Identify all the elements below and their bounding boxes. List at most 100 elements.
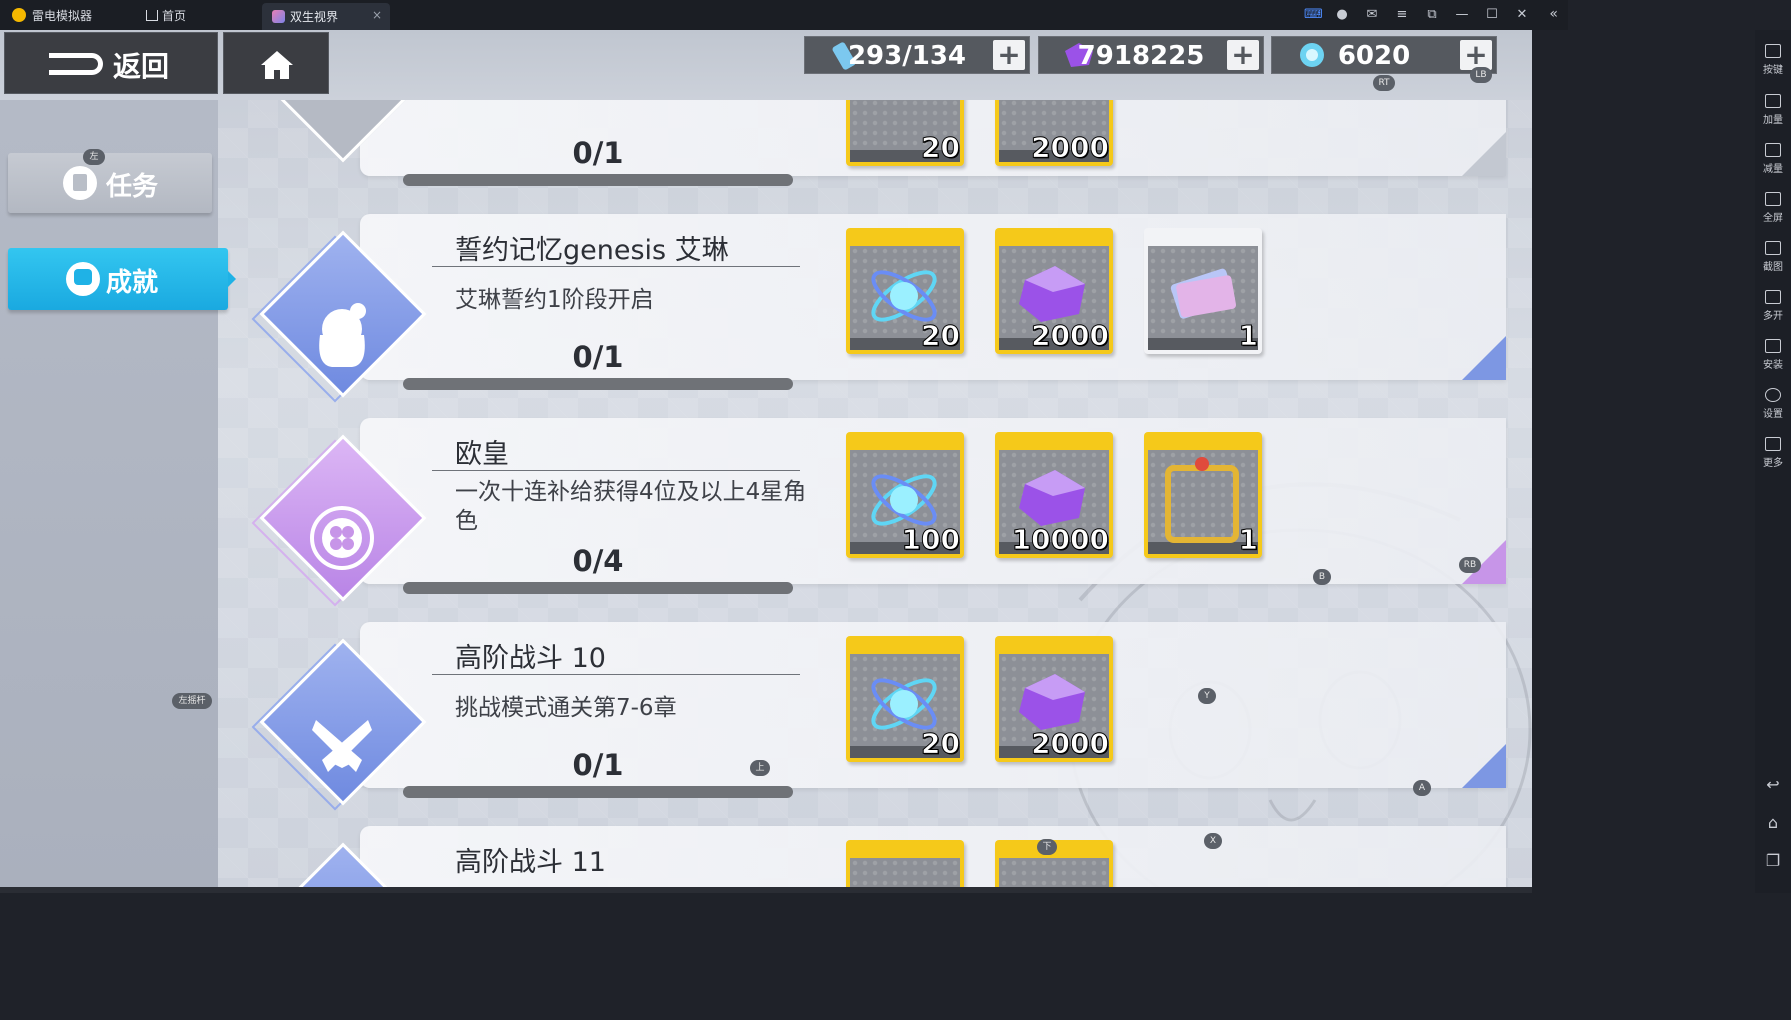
game-bottom-border [0, 887, 1532, 893]
reward-amount: 100 [901, 523, 960, 557]
reward-amount: 20 [921, 131, 961, 165]
reward-gem[interactable]: 20 [846, 636, 964, 762]
title-divider [432, 674, 800, 675]
reward-amount: 2000 [1031, 131, 1110, 165]
achievement-title: 誓约记忆genesis 艾琳 [455, 235, 729, 266]
android-back-icon[interactable]: ↩ [1755, 775, 1791, 794]
emulator-toolbar: 按键 加量 减量 全屏 截图 多开 安装 设置 更多 ↩ ⌂ ❐ [1755, 30, 1791, 893]
menu-icon[interactable]: ≡ [1394, 7, 1410, 23]
reward-gem[interactable]: 20 [846, 100, 964, 166]
sidebar-item-fullscreen[interactable]: 全屏 [1755, 192, 1791, 224]
tab-game-label: 双生视界 [290, 10, 339, 24]
collapse-sidebar-icon[interactable]: « [1549, 6, 1558, 22]
trophy-icon [66, 262, 100, 296]
title-divider [432, 266, 800, 267]
sidebar-label: 按键 [1763, 65, 1783, 76]
achievement-desc: 艾琳誓约1阶段开启 [455, 287, 654, 313]
reward-crystal[interactable]: 10000 [995, 432, 1113, 558]
reward-amount: 1 [1238, 319, 1259, 353]
game-screen: 20 2000 0/1 誓约记忆genesis 艾琳 艾琳誓约1阶段开启 0/1… [0, 30, 1532, 893]
add-stamina-button[interactable]: + [993, 40, 1025, 70]
progress-text: 0/1 [572, 748, 624, 782]
reward-gem[interactable]: 20 [846, 228, 964, 354]
progress-bar [403, 786, 793, 798]
android-home-icon[interactable]: ⌂ [1755, 813, 1791, 832]
crossed-pistols-icon [312, 720, 372, 772]
achievement-title: 高阶战斗 11 [455, 847, 606, 878]
back-button[interactable]: 返回 [4, 32, 218, 94]
hint-left: 左 [83, 149, 105, 165]
sidebar-label: 设置 [1763, 409, 1783, 420]
tab-tasks-label: 任务 [106, 172, 159, 202]
close-tab-icon[interactable]: × [372, 8, 382, 22]
restore-icon[interactable]: ⧉ [1424, 7, 1440, 23]
hint-left-stick: 左摇杆 [172, 693, 212, 709]
ticket-card-icon [1170, 268, 1237, 319]
progress-bar [403, 174, 793, 186]
tab-achievements[interactable]: 成就 [8, 248, 236, 310]
reward-crystal[interactable]: 2000 [995, 636, 1113, 762]
progress-text: 0/4 [572, 544, 624, 578]
hint-b: B [1313, 569, 1331, 585]
fullscreen-icon [1765, 192, 1781, 206]
reward-crystal[interactable]: 2000 [995, 228, 1113, 354]
android-recents-icon[interactable]: ❐ [1755, 851, 1791, 870]
reward-frame[interactable]: 1 [1144, 432, 1262, 558]
sidebar-item-screenshot[interactable]: 截图 [1755, 241, 1791, 273]
add-gem-button[interactable]: + [1460, 40, 1492, 70]
resource-gem: 6020 + [1271, 36, 1497, 74]
tab-tasks[interactable]: 任务 [8, 153, 212, 213]
home-button[interactable] [223, 32, 329, 94]
gamepad-icon[interactable]: ⌨ [1304, 7, 1323, 23]
tab-game[interactable]: 双生视界 × [262, 3, 390, 30]
user-icon[interactable]: ● [1334, 7, 1350, 23]
multi-instance-icon [1765, 290, 1781, 304]
sidebar-label: 安装 [1763, 360, 1783, 371]
resource-stamina: 293/134 + [804, 36, 1030, 74]
sidebar-item-multi[interactable]: 多开 [1755, 290, 1791, 322]
sidebar-item-settings[interactable]: 设置 [1755, 388, 1791, 420]
hint-up: 上 [750, 760, 770, 776]
hint-lb: LB [1470, 67, 1492, 83]
scissors-icon [1765, 241, 1781, 255]
tab-home[interactable]: 首页 [140, 0, 196, 30]
sidebar-item-volume-up[interactable]: 加量 [1755, 94, 1791, 126]
sidebar-label: 加量 [1763, 115, 1783, 126]
achievement-title: 欧皇 [455, 439, 509, 470]
hint-rt: RT [1373, 75, 1395, 91]
add-crystal-button[interactable]: + [1227, 40, 1259, 70]
sidebar-item-keymap[interactable]: 按键 [1755, 44, 1791, 76]
home-icon [146, 10, 158, 21]
window-titlebar: 雷电模拟器 首页 双生视界 × ⌨ ● ✉ ≡ ⧉ — ☐ ✕ « [0, 0, 1568, 30]
title-divider [432, 470, 800, 471]
reward-amount: 2000 [1031, 319, 1110, 353]
sidebar-item-install[interactable]: 安装 [1755, 339, 1791, 371]
sidebar-item-volume-down[interactable]: 减量 [1755, 143, 1791, 175]
achievement-desc: 一次十连补给获得4位及以上4星角色 [455, 479, 807, 534]
hint-a: A [1413, 780, 1431, 796]
sidebar-label: 截图 [1763, 262, 1783, 273]
minimize-icon[interactable]: — [1454, 7, 1470, 23]
reward-amount: 20 [921, 727, 961, 761]
achievement-title: 高阶战斗 10 [455, 643, 606, 674]
reward-amount: 2000 [1031, 727, 1110, 761]
resource-crystal: 7918225 + [1038, 36, 1264, 74]
sidebar-label: 更多 [1763, 458, 1783, 469]
reward-crystal[interactable]: 2000 [995, 100, 1113, 166]
sidebar-item-more[interactable]: 更多 [1755, 437, 1791, 469]
back-label: 返回 [113, 50, 170, 83]
app-name: 雷电模拟器 [32, 9, 93, 23]
achievement-desc: 挑战模式通关第7-6章 [455, 695, 677, 721]
reward-gem[interactable]: 100 [846, 432, 964, 558]
gear-icon [1765, 388, 1781, 402]
maximize-icon[interactable]: ☐ [1484, 7, 1500, 23]
progress-bar [403, 582, 793, 594]
reward-gem[interactable] [846, 840, 964, 893]
close-window-icon[interactable]: ✕ [1514, 7, 1530, 23]
golden-frame-icon [1165, 457, 1239, 543]
home-icon [261, 51, 293, 79]
reward-ticket[interactable]: 1 [1144, 228, 1262, 354]
hint-down: 下 [1037, 839, 1057, 855]
mail-icon[interactable]: ✉ [1364, 7, 1380, 23]
emulator-logo-icon [12, 8, 26, 22]
